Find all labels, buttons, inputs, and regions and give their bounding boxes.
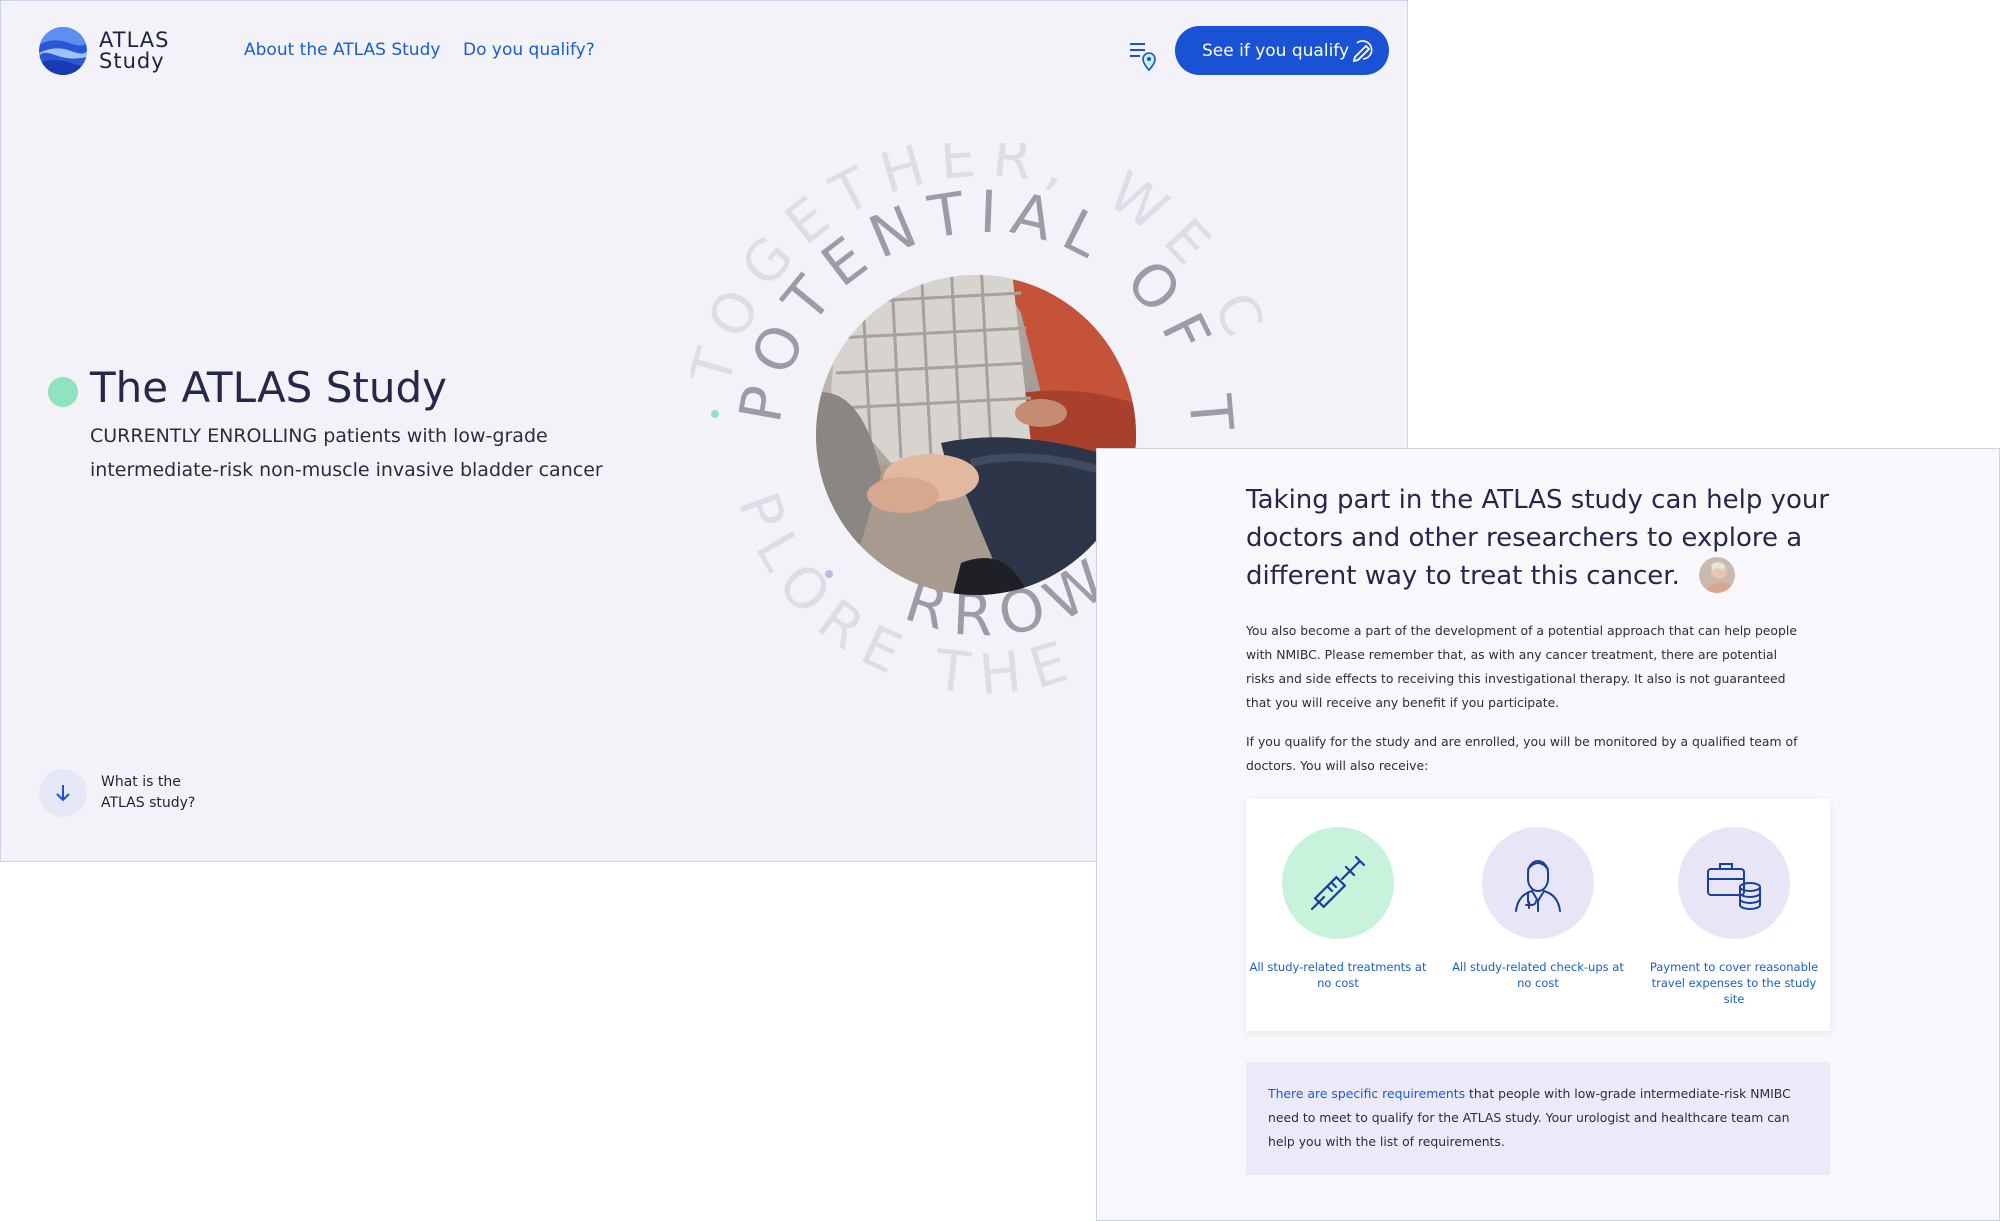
requirements-note: There are specific requirements that peo… [1246,1062,1830,1175]
see-if-you-qualify-button[interactable]: See if you qualify [1175,26,1389,75]
scroll-cue-line1: What is the [101,774,181,790]
pencil-check-icon [1352,40,1373,63]
avatar [1699,557,1735,593]
info-paragraph-1: You also become a part of the developmen… [1246,623,1797,710]
syringe-icon [1310,855,1366,911]
hero-subtitle: CURRENTLY ENROLLING patients with low-gr… [90,419,610,487]
benefit-icon-circle [1282,827,1394,939]
nav-about-link[interactable]: About the ATLAS Study [244,40,440,60]
benefit-item: All study-related check-ups at no cost [1448,827,1628,991]
avatar-image [1699,557,1735,593]
benefit-label-travel: Payment to cover reasonable travel expen… [1649,960,1819,1006]
scroll-cue-label: What is the ATLAS study? [101,772,195,814]
benefit-icon-circle [1482,827,1594,939]
hero-subtitle-line2: intermediate-risk non-muscle invasive bl… [90,459,603,481]
doctor-icon [1515,860,1561,912]
nav-qualify-link[interactable]: Do you qualify? [463,40,595,60]
benefits-card: All study-related treatments at no cost [1246,799,1830,1031]
cta-label: See if you qualify [1202,40,1350,61]
requirements-link[interactable]: There are specific requirements [1268,1086,1465,1101]
logo-line1: ATLAS [99,28,170,52]
benefit-label-checkups: All study-related check-ups at no cost [1452,960,1624,990]
hero-subtitle-line1: CURRENTLY ENROLLING patients with low-gr… [90,425,548,447]
briefcase-coins-icon [1707,863,1761,910]
site-logo[interactable]: ATLAS Study [39,27,169,75]
info-paragraph-2: If you qualify for the study and are enr… [1246,734,1798,773]
benefit-label-treatments: All study-related treatments at no cost [1249,960,1427,990]
atlas-logo-icon [39,27,87,75]
hero-title: The ATLAS Study [90,363,447,412]
logo-wordmark: ATLAS Study [99,30,169,72]
arrow-down-icon [56,785,70,802]
logo-line2: Study [99,49,165,73]
scroll-cue-line2: ATLAS study? [101,795,196,811]
benefit-icon-circle [1678,827,1790,939]
benefit-item: All study-related treatments at no cost [1248,827,1428,991]
site-locator-icon[interactable] [1127,37,1159,73]
info-page: Taking part in the ATLAS study can help … [1096,448,2000,1221]
scroll-down-button[interactable] [39,769,87,817]
benefit-item: Payment to cover reasonable travel expen… [1644,827,1824,1007]
info-heading: Taking part in the ATLAS study can help … [1246,485,1830,591]
hero-mint-dot [48,377,78,407]
scroll-cue[interactable]: What is the ATLAS study? [39,769,195,817]
